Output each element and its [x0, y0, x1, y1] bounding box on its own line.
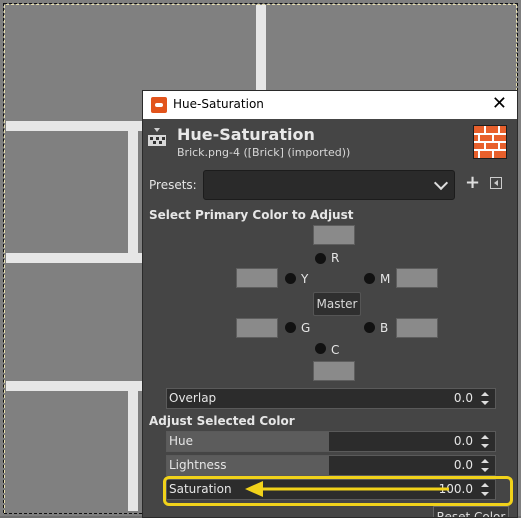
- overlap-label: Overlap: [169, 391, 217, 405]
- lightness-slider[interactable]: Lightness 0.0: [166, 455, 496, 476]
- label-y: Y: [301, 272, 309, 286]
- selection-outline: [517, 3, 518, 91]
- adjust-color-heading: Adjust Selected Color: [149, 414, 295, 428]
- label-g: G: [301, 321, 311, 335]
- mortar: [128, 391, 138, 511]
- presets-dropdown[interactable]: [203, 170, 455, 200]
- master-button[interactable]: Master: [313, 292, 361, 316]
- close-icon[interactable]: ✕: [492, 93, 507, 115]
- chevron-up-icon[interactable]: [481, 459, 489, 463]
- hue-value: 0.0: [453, 434, 473, 448]
- swatch-b: [396, 318, 438, 338]
- overlap-slider[interactable]: Overlap 0.0: [166, 388, 496, 409]
- overlap-spinner[interactable]: [478, 389, 490, 408]
- hue-spinner[interactable]: [478, 432, 490, 451]
- radio-y[interactable]: [285, 273, 296, 284]
- lightness-value: 0.0: [453, 458, 473, 472]
- hue-saturation-tool-icon: [148, 128, 166, 146]
- chevron-down-icon[interactable]: [481, 401, 489, 405]
- swatch-m: [396, 268, 438, 288]
- chevron-down-icon[interactable]: [481, 444, 489, 448]
- image-subtitle: Brick.png-4 ([Brick] (imported)): [177, 146, 351, 159]
- hue-slider[interactable]: Hue 0.0: [166, 431, 496, 452]
- swatch-y: [236, 268, 278, 288]
- hue-label: Hue: [169, 434, 194, 448]
- label-b: B: [380, 321, 389, 335]
- image-thumbnail-icon: [473, 125, 507, 159]
- brick: [6, 391, 128, 511]
- chevron-up-icon[interactable]: [481, 392, 489, 396]
- lightness-spinner[interactable]: [478, 456, 490, 475]
- presets-label: Presets:: [149, 178, 197, 192]
- label-r: R: [331, 251, 340, 265]
- selection-outline: [6, 4, 516, 5]
- annotation-arrow-icon: [245, 481, 449, 497]
- selection-outline: [516, 5, 517, 91]
- radio-g[interactable]: [285, 322, 296, 333]
- brick: [6, 263, 142, 381]
- window-title: Hue-Saturation: [173, 97, 264, 111]
- label-m: M: [380, 272, 391, 286]
- lightness-label: Lightness: [169, 458, 227, 472]
- radio-r[interactable]: [315, 253, 326, 264]
- hue-saturation-dialog: Hue-Saturation ✕ Hue-Saturation Brick.pn…: [142, 90, 518, 518]
- dialog-header-title: Hue-Saturation: [177, 125, 315, 144]
- brick: [6, 131, 128, 253]
- mortar: [6, 381, 142, 391]
- add-preset-icon[interactable]: +: [465, 172, 480, 193]
- chevron-down-icon: [433, 175, 449, 191]
- title-bar[interactable]: Hue-Saturation ✕: [143, 91, 517, 119]
- swatch-g: [236, 318, 278, 338]
- selection-outline: [4, 513, 142, 514]
- label-c: C: [331, 343, 340, 357]
- mortar: [6, 253, 142, 263]
- reset-color-button[interactable]: Reset Color: [433, 506, 509, 517]
- overlap-value: 0.0: [453, 391, 473, 405]
- radio-c[interactable]: [315, 343, 326, 354]
- radio-b[interactable]: [364, 322, 375, 333]
- gimp-logo-icon: [151, 97, 167, 113]
- presets-menu-icon[interactable]: [490, 177, 502, 189]
- radio-m[interactable]: [364, 273, 375, 284]
- chevron-up-icon[interactable]: [481, 435, 489, 439]
- primary-color-heading: Select Primary Color to Adjust: [149, 208, 354, 222]
- mortar: [128, 131, 138, 253]
- swatch-r: [313, 225, 355, 245]
- chevron-down-icon[interactable]: [481, 468, 489, 472]
- swatch-c: [313, 361, 355, 381]
- selection-outline: [4, 5, 5, 513]
